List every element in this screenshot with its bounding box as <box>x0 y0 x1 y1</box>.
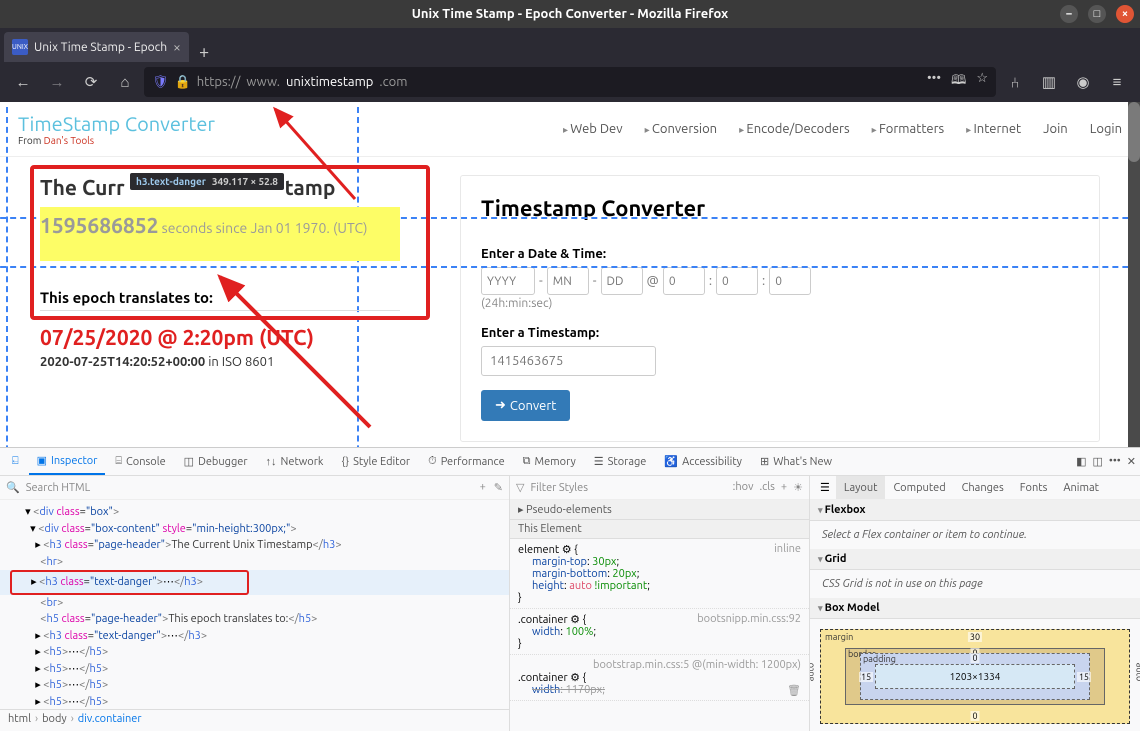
window-titlebar: Unix Time Stamp - Epoch Converter - Mozi… <box>0 0 1140 28</box>
forward-button[interactable]: → <box>42 67 72 97</box>
translated-date: 07/25/2020 @ 2:20pm (UTC) <box>40 325 400 349</box>
devtools-more-icon[interactable]: ••• <box>1109 455 1121 468</box>
computed-tab[interactable]: Computed <box>885 476 953 499</box>
tab-performance[interactable]: ⏱ Performance <box>420 448 513 475</box>
box-model-diagram: margin 30 0 auto auto border 0 padding 0… <box>810 619 1140 731</box>
styles-pane[interactable]: ▸ Pseudo-elements This Element element ⚙… <box>510 500 809 731</box>
window-title: Unix Time Stamp - Epoch Converter - Mozi… <box>412 7 728 21</box>
filter-styles[interactable]: Filter Styles <box>530 482 588 494</box>
tab-label: Unix Time Stamp - Epoch <box>34 41 167 54</box>
tab-memory[interactable]: ⧉ Memory <box>515 448 584 475</box>
url-bar[interactable]: 🛡 🔒 https://www.unixtimestamp.com ••• 🕮 … <box>144 67 996 97</box>
site-title: TimeStamp Converter <box>18 112 215 135</box>
url-protocol: https:// <box>197 75 241 89</box>
month-input[interactable] <box>547 267 589 295</box>
lock-icon: 🔒 <box>175 75 191 90</box>
tab-inspector[interactable]: ▣ Inspector <box>29 448 106 475</box>
tab-whatsnew[interactable]: ⊞ What's New <box>752 448 840 475</box>
tab-close-icon[interactable]: × <box>173 39 181 55</box>
hov-toggle[interactable]: :hov <box>733 481 754 494</box>
page-content: TimeStamp Converter From Dan's Tools Web… <box>0 102 1140 447</box>
reload-button[interactable]: ⟳ <box>76 67 106 97</box>
reader-icon[interactable]: 🕮 <box>951 71 966 93</box>
nav-toolbar: ← → ⟳ ⌂ 🛡 🔒 https://www.unixtimestamp.co… <box>0 62 1140 102</box>
filter-icon: ▽ <box>516 481 524 494</box>
translates-heading: This epoch translates to: <box>40 289 400 311</box>
translated-iso: 2020-07-25T14:20:52+00:00 in ISO 8601 <box>40 355 400 369</box>
menu-icon[interactable]: ≡ <box>1102 67 1132 97</box>
inspected-element-highlight: 1595686852 seconds since Jan 01 1970. (U… <box>40 207 400 261</box>
favicon: UNIX <box>12 39 28 55</box>
rules-icon[interactable]: ☰ <box>814 481 836 494</box>
date-label: Enter a Date & Time: <box>481 247 1079 261</box>
html-tree[interactable]: ▾ <div class="box"> ▾ <div class="box-co… <box>0 500 509 709</box>
eyedropper-icon[interactable]: ✎ <box>494 481 503 494</box>
converter-panel: Timestamp Converter Enter a Date & Time:… <box>460 175 1100 442</box>
day-input[interactable] <box>601 267 643 295</box>
nav-login[interactable]: Login <box>1090 122 1122 136</box>
search-icon: 🔍 <box>6 481 20 494</box>
fonts-tab[interactable]: Fonts <box>1012 476 1056 499</box>
window-close[interactable]: × <box>1116 5 1134 23</box>
light-icon[interactable]: ☀ <box>793 481 803 494</box>
nav-formatters[interactable]: Formatters <box>872 122 945 136</box>
year-input[interactable] <box>481 267 535 295</box>
site-subtitle: From Dan's Tools <box>18 135 215 146</box>
site-logo[interactable]: TimeStamp Converter From Dan's Tools <box>18 112 215 146</box>
nav-conversion[interactable]: Conversion <box>645 122 718 136</box>
inspector-guide-v <box>6 107 8 447</box>
nav-internet[interactable]: Internet <box>966 122 1021 136</box>
tab-console[interactable]: ⌸ Console <box>107 448 173 475</box>
back-button[interactable]: ← <box>8 67 38 97</box>
cls-toggle[interactable]: .cls <box>759 481 774 494</box>
sidebar-icon[interactable]: ▥ <box>1034 67 1064 97</box>
tab-debugger[interactable]: ◫ Debugger <box>176 448 256 475</box>
window-minimize[interactable]: – <box>1060 5 1078 23</box>
url-domain: unixtimestamp <box>286 75 373 89</box>
page-scrollbar[interactable] <box>1128 102 1140 447</box>
minute-input[interactable] <box>716 267 758 295</box>
tab-bar: UNIX Unix Time Stamp - Epoch × + <box>0 28 1140 62</box>
add-node-icon[interactable]: + <box>480 481 486 494</box>
dock-window-icon[interactable]: ◫ <box>1092 455 1102 468</box>
shield-icon: 🛡 <box>152 75 169 90</box>
nav-encode[interactable]: Encode/Decoders <box>739 122 850 136</box>
nav-webdev[interactable]: Web Dev <box>563 122 623 136</box>
site-nav: Web Dev Conversion Encode/Decoders Forma… <box>563 122 1122 136</box>
tab-storage[interactable]: ☰ Storage <box>586 448 655 475</box>
changes-tab[interactable]: Changes <box>954 476 1012 499</box>
home-button[interactable]: ⌂ <box>110 67 140 97</box>
library-icon[interactable]: ⑃ <box>1000 67 1030 97</box>
devtools-close-icon[interactable]: ✕ <box>1127 455 1136 468</box>
time-hint: (24h:min:sec) <box>481 297 1079 310</box>
window-maximize[interactable]: □ <box>1088 5 1106 23</box>
breadcrumb[interactable]: html›body›div.container <box>0 709 509 731</box>
tab-style[interactable]: {} Style Editor <box>333 448 418 475</box>
pick-element-icon[interactable]: ⍇ <box>4 448 27 475</box>
timestamp-input[interactable] <box>481 346 656 376</box>
inspector-tooltip: h3.text-danger 349.117 × 52.8 <box>130 173 284 190</box>
account-icon[interactable]: ◉ <box>1068 67 1098 97</box>
nav-join[interactable]: Join <box>1043 122 1068 136</box>
devtools-panel: ⍇ ▣ Inspector ⌸ Console ◫ Debugger ↑↓ Ne… <box>0 447 1140 731</box>
add-rule-icon[interactable]: + <box>781 481 787 494</box>
html-search[interactable]: Search HTML <box>26 482 91 494</box>
tab-network[interactable]: ↑↓ Network <box>258 448 332 475</box>
new-tab-button[interactable]: + <box>189 42 219 62</box>
second-input[interactable] <box>769 267 811 295</box>
more-icon[interactable]: ••• <box>927 71 941 93</box>
layout-pane[interactable]: Flexbox Select a Flex container or item … <box>810 500 1140 731</box>
timestamp-display: 1595686852 seconds since Jan 01 1970. (U… <box>40 213 400 237</box>
layout-tab[interactable]: Layout <box>836 476 886 499</box>
browser-tab[interactable]: UNIX Unix Time Stamp - Epoch × <box>4 32 189 62</box>
bookmark-icon[interactable]: ☆ <box>976 71 988 93</box>
arrow-right-icon: ➜ <box>495 398 506 413</box>
ts-label: Enter a Timestamp: <box>481 326 1079 340</box>
convert-button[interactable]: ➜Convert <box>481 390 570 421</box>
animations-tab[interactable]: Animat <box>1055 476 1107 499</box>
tab-accessibility[interactable]: ♿ Accessibility <box>656 448 750 475</box>
hour-input[interactable] <box>663 267 705 295</box>
dock-side-icon[interactable]: ◧ <box>1076 455 1086 468</box>
